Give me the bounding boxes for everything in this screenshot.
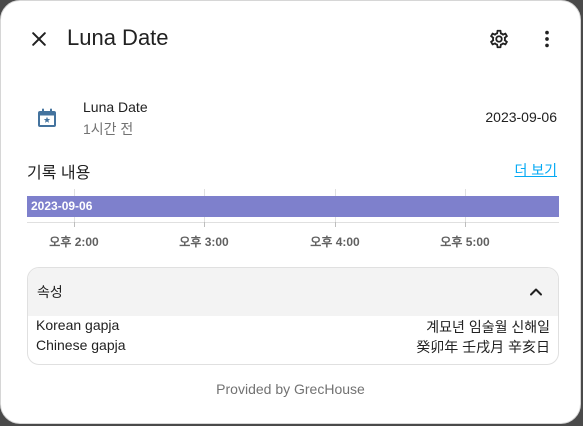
dialog-title: Luna Date [67,25,169,50]
attribute-value: 癸卯年 壬戌月 辛亥日 [416,339,550,355]
attribute-row: Chinese gapja 癸卯年 壬戌月 辛亥日 [36,337,550,357]
entity-last-changed: 1시간 전 [83,121,134,137]
gear-icon [490,29,508,49]
more-options-button[interactable] [529,21,565,57]
attributes-title: 속성 [37,284,63,300]
attribute-value: 계묘년 임술월 신해일 [426,319,550,335]
timeline-tick [204,222,205,227]
timeline-state-bar[interactable]: 2023-09-06 [27,196,559,217]
dialog-header: Luna Date [1,1,580,77]
attribute-key: Korean gapja [36,317,120,333]
timeline-tick [465,222,466,227]
attribute-key: Chinese gapja [36,337,126,353]
close-button[interactable] [21,21,57,57]
history-timeline: 2023-09-06 오후 2:00 오후 3:00 오후 4:00 오후 5:… [27,189,559,249]
timeline-axis [27,222,559,223]
timeline-time-label: 오후 4:00 [310,235,360,249]
timeline-time-label: 오후 5:00 [440,235,490,249]
attribute-row: Korean gapja 계묘년 임술월 신해일 [36,317,550,337]
calendar-star-icon [38,108,56,127]
entity-row: Luna Date 1시간 전 2023-09-06 [1,95,580,143]
timeline-bar-label: 2023-09-06 [31,199,93,213]
chevron-up-icon [530,288,542,296]
timeline-tick [74,222,75,227]
attributes-header[interactable]: 속성 [28,268,558,316]
entity-state: 2023-09-06 [485,109,557,125]
settings-button[interactable] [481,21,517,57]
attributes-panel: 속성 Korean gapja 계묘년 임술월 신해일 Chinese gapj… [27,267,559,365]
timeline-time-label: 오후 2:00 [49,235,99,249]
timeline-time-label: 오후 3:00 [179,235,229,249]
attribution-footer: Provided by GrecHouse [216,381,365,397]
more-vertical-icon [545,30,549,48]
more-info-dialog: Luna Date Luna Date 1시간 전 2023-09-06 기록 … [0,0,581,424]
history-title: 기록 내용 [27,165,91,182]
timeline-tick [335,222,336,227]
entity-name: Luna Date [83,99,148,115]
close-icon [32,32,46,46]
show-more-link[interactable]: 더 보기 [514,160,557,180]
